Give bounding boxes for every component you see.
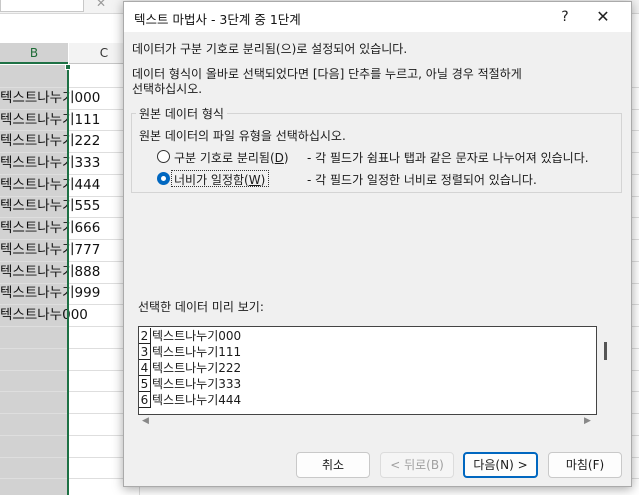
scroll-left-icon[interactable]: ◀ — [142, 416, 149, 426]
selection-border — [67, 65, 69, 495]
preview-row-text: 텍스트나누기222 — [152, 361, 242, 375]
cell[interactable]: 텍스트나누기333 — [0, 153, 100, 175]
preview-row-number: 2 — [139, 328, 151, 344]
cancel-entry-icon[interactable]: ✕ — [96, 0, 106, 10]
cell[interactable]: 텍스트나누기777 — [0, 240, 100, 262]
dialog-titlebar[interactable]: 텍스트 마법사 - 3단계 중 1단계 ? ✕ — [124, 2, 631, 32]
help-button[interactable]: ? — [554, 6, 576, 28]
cell[interactable]: 텍스트나누기444 — [0, 175, 100, 197]
text-wizard-dialog: 텍스트 마법사 - 3단계 중 1단계 ? ✕ 데이터가 구분 기호로 분리됨(… — [123, 1, 632, 487]
preview-label: 선택한 데이터 미리 보기: — [138, 300, 264, 314]
cell[interactable]: 텍스트나누기222 — [0, 131, 100, 153]
cell[interactable]: 텍스트나누기666 — [0, 218, 100, 240]
preview-vertical-scrollbar[interactable] — [604, 342, 607, 360]
scroll-right-icon[interactable]: ▶ — [584, 416, 591, 426]
cell[interactable]: 텍스트나누기999 — [0, 283, 100, 305]
cell[interactable]: 텍스트나누기000 — [0, 88, 100, 110]
data-preview-box[interactable]: 2 텍스트나누기000 3 텍스트나누기111 4 텍스트나누기222 5 텍스트나누기… — [138, 326, 597, 415]
preview-row-text: 텍스트나누기000 — [152, 329, 242, 343]
preview-row: 4 텍스트나누기222 — [139, 360, 241, 376]
column-b-cells: 텍스트나누기000 텍스트나누기111 텍스트나누기222 텍스트나누기333 … — [0, 88, 100, 327]
group-prompt: 원본 데이터의 파일 유형을 선택하십시오. — [139, 129, 346, 143]
finish-button[interactable]: 마침(F) — [548, 452, 622, 478]
radio-fixed-width-label: 너비가 일정함(W) — [174, 173, 266, 187]
radio-button-fixed-width[interactable] — [157, 172, 170, 185]
preview-row-text: 텍스트나누기333 — [152, 377, 242, 391]
cancel-button[interactable]: 취소 — [296, 452, 370, 478]
preview-row: 3 텍스트나누기111 — [139, 344, 241, 360]
back-button[interactable]: < 뒤로(B) — [380, 452, 454, 478]
preview-row: 5 텍스트나누기333 — [139, 376, 241, 392]
cell[interactable]: 텍스트나누기111 — [0, 110, 100, 132]
preview-row-number: 3 — [139, 344, 151, 360]
selection-handle[interactable] — [65, 64, 71, 70]
preview-row: 6 텍스트나누기444 — [139, 392, 241, 408]
next-button[interactable]: 다음(N) > — [463, 452, 538, 478]
preview-row-text: 텍스트나누기111 — [152, 345, 242, 359]
preview-row-number: 4 — [139, 360, 151, 376]
group-label: 원본 데이터 형식 — [136, 105, 227, 122]
radio-delimited-label: 구분 기호로 분리됨(D) — [174, 151, 289, 165]
radio-delimited[interactable]: 구분 기호로 분리됨(D) - 각 필드가 쉼표나 탭과 같은 문자로 나누어져… — [157, 148, 597, 166]
cell[interactable]: 텍스트나누기888 — [0, 262, 100, 284]
cell[interactable]: 텍스트나누000 — [0, 305, 100, 327]
name-box[interactable] — [0, 0, 84, 12]
preview-row-number: 5 — [139, 376, 151, 392]
column-header-b[interactable]: B — [0, 43, 68, 64]
instruction-text-2: 선택하십시오. — [132, 82, 203, 96]
preview-horizontal-scrollbar[interactable]: ◀ ▶ — [138, 416, 597, 430]
preview-row-text: 텍스트나누기444 — [152, 393, 242, 407]
preview-row: 2 텍스트나누기000 — [139, 328, 241, 344]
radio-fixed-width[interactable]: 너비가 일정함(W) - 각 필드가 일정한 너비로 정렬되어 있습니다. — [157, 170, 597, 188]
cell[interactable]: 텍스트나누기555 — [0, 196, 100, 218]
radio-button-delimited[interactable] — [157, 150, 170, 163]
intro-text: 데이터가 구분 기호로 분리됨(으)로 설정되어 있습니다. — [132, 42, 408, 56]
radio-delimited-desc: - 각 필드가 쉼표나 탭과 같은 문자로 나누어져 있습니다. — [307, 151, 589, 165]
dialog-title: 텍스트 마법사 - 3단계 중 1단계 — [134, 12, 301, 27]
radio-fixed-width-desc: - 각 필드가 일정한 너비로 정렬되어 있습니다. — [307, 173, 537, 187]
preview-row-number: 6 — [139, 392, 151, 408]
close-button[interactable]: ✕ — [591, 5, 615, 29]
